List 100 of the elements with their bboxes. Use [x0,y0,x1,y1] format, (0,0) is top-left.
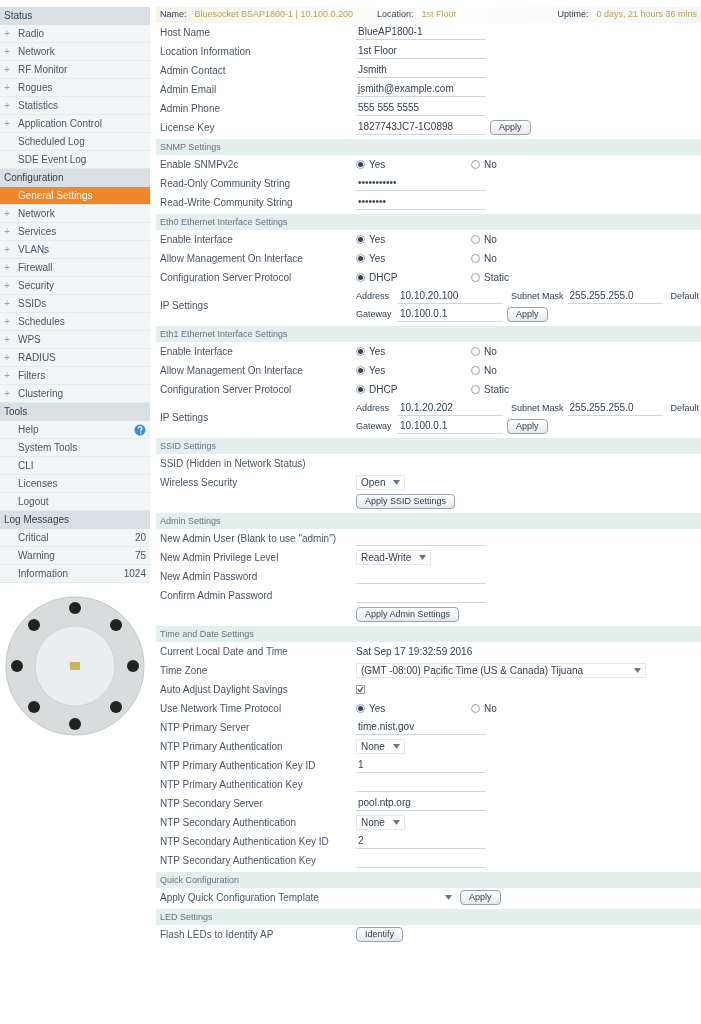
input-field[interactable]: 555 555 5555 [356,101,486,116]
sidebar-item[interactable]: Warning 75 [0,547,150,565]
sidebar-item[interactable]: + Network [0,43,150,61]
input-field[interactable]: 1st Floor [356,44,486,59]
input-field[interactable]: 255.255.255.0 [567,401,663,416]
gateway-label: Gateway [356,419,393,433]
sidebar-item[interactable]: + Filters [0,367,150,385]
radio-label: DHCP [369,271,398,285]
radio-button[interactable] [356,235,365,244]
apply-button[interactable]: Identify [356,927,404,942]
radio-button[interactable] [471,704,480,713]
input-field[interactable]: BlueAP1800-1 [356,25,486,40]
address-label: Address [356,289,391,303]
apply-button[interactable]: Apply [490,120,531,135]
sidebar-item[interactable]: + Statistics [0,97,150,115]
radio-label: Yes [369,233,386,247]
field-label: Host Name [160,27,211,38]
radio-button[interactable] [471,347,480,356]
radio-button[interactable] [471,254,480,263]
section-header: Time and Date Settings [156,626,701,642]
field-label: Admin Email [160,84,218,95]
field-label: NTP Primary Server [160,722,251,733]
field-label: Current Local Date and Time [160,646,289,657]
sidebar-item[interactable]: + SSIDs [0,295,150,313]
dropdown[interactable]: None [356,739,405,754]
dropdown[interactable]: Read-Write [356,550,432,565]
input-field[interactable]: 2 [356,834,486,849]
checkbox[interactable] [356,685,365,694]
sidebar-item[interactable]: + Schedules [0,313,150,331]
radio-button[interactable] [471,385,480,394]
sidebar-item[interactable]: + Security [0,277,150,295]
input-field[interactable]: Jsmith [356,63,486,78]
radio-button[interactable] [356,704,365,713]
sidebar-item[interactable]: System Tools [0,439,150,457]
dropdown[interactable]: Open [356,475,406,490]
input-field[interactable]: 10.10.20.100 [398,289,503,304]
gateway-label: Gateway [356,307,393,321]
field-label: Apply Quick Configuration Template [160,892,320,903]
sidebar-item[interactable]: SDE Event Log [0,151,150,169]
radio-button[interactable] [356,385,365,394]
sidebar-item[interactable]: + Clustering [0,385,150,403]
radio-button[interactable] [356,273,365,282]
radio-button[interactable] [356,347,365,356]
radio-button[interactable] [356,366,365,375]
input-field[interactable]: 1 [356,758,486,773]
sidebar-item[interactable]: + VLANs [0,241,150,259]
field-label: Use Network Time Protocol [160,703,283,714]
sidebar-item[interactable]: Critical 20 [0,529,150,547]
input-field[interactable]: time.nist.gov [356,720,486,735]
date-time-text: Sat Sep 17 19:32:59 2016 [356,645,473,659]
radio-button[interactable] [356,254,365,263]
field-label: Configuration Server Protocol [160,384,293,395]
sidebar-item[interactable]: Licenses [0,475,150,493]
field-label: Allow Management On Interface [160,365,304,376]
apply-button[interactable]: Apply Admin Settings [356,607,460,622]
field-label: SSID (Hidden in Network Status) [160,458,307,469]
sidebar-item[interactable]: + Firewall [0,259,150,277]
radio-button[interactable] [471,273,480,282]
input-field[interactable]: 10.100.0.1 [398,419,503,434]
apply-button[interactable]: Apply [507,307,548,322]
radio-button[interactable] [471,160,480,169]
field-label: Enable SNMPv2c [160,159,240,170]
sidebar-item[interactable]: + Network [0,205,150,223]
sidebar-item[interactable]: + Rogues [0,79,150,97]
input-field[interactable]: 10.1.20.202 [398,401,503,416]
field-label: License Key [160,122,216,133]
sidebar-item[interactable]: Scheduled Log [0,133,150,151]
sidebar-item[interactable]: + RF Monitor [0,61,150,79]
sidebar-item[interactable]: + WPS [0,331,150,349]
apply-button[interactable]: Apply [507,419,548,434]
apply-button[interactable]: Apply SSID Settings [356,494,456,509]
sidebar-item[interactable]: + RADIUS [0,349,150,367]
field-label: Flash LEDs to Identify AP [160,929,275,940]
sidebar-item[interactable]: + Services [0,223,150,241]
sidebar-item[interactable]: + Radio [0,25,150,43]
field-label: New Admin Password [160,571,259,582]
radio-button[interactable] [356,160,365,169]
section-header: Admin Settings [156,513,701,529]
sidebar-item[interactable]: CLI [0,457,150,475]
sidebar-item[interactable]: Help [0,421,150,439]
radio-button[interactable] [471,366,480,375]
radio-button[interactable] [471,235,480,244]
field-label: NTP Secondary Authentication Key ID [160,836,330,847]
input-field[interactable]: jsmith@example.com [356,82,486,97]
dropdown[interactable]: None [356,815,405,830]
apply-button[interactable]: Apply [460,890,501,905]
radio-label: DHCP [369,383,398,397]
radio-label: Yes [369,345,386,359]
radio-label: No [484,364,497,378]
section-header: LED Settings [156,909,701,925]
input-field[interactable]: 10.100.0.1 [398,307,503,322]
input-field[interactable]: 255.255.255.0 [567,289,663,304]
input-field[interactable]: 1827743JC7-1C0898 [356,120,486,135]
sidebar-item[interactable]: + Application Control [0,115,150,133]
sidebar-item[interactable]: Information 1024 [0,565,150,583]
dropdown[interactable]: (GMT -08:00) Pacific Time (US & Canada) Tijuana [356,663,646,678]
sidebar-header: Tools [0,403,150,421]
input-field[interactable]: pool.ntp.org [356,796,486,811]
field-label: Time Zone [160,665,209,676]
sidebar-item[interactable]: Logout [0,493,150,511]
